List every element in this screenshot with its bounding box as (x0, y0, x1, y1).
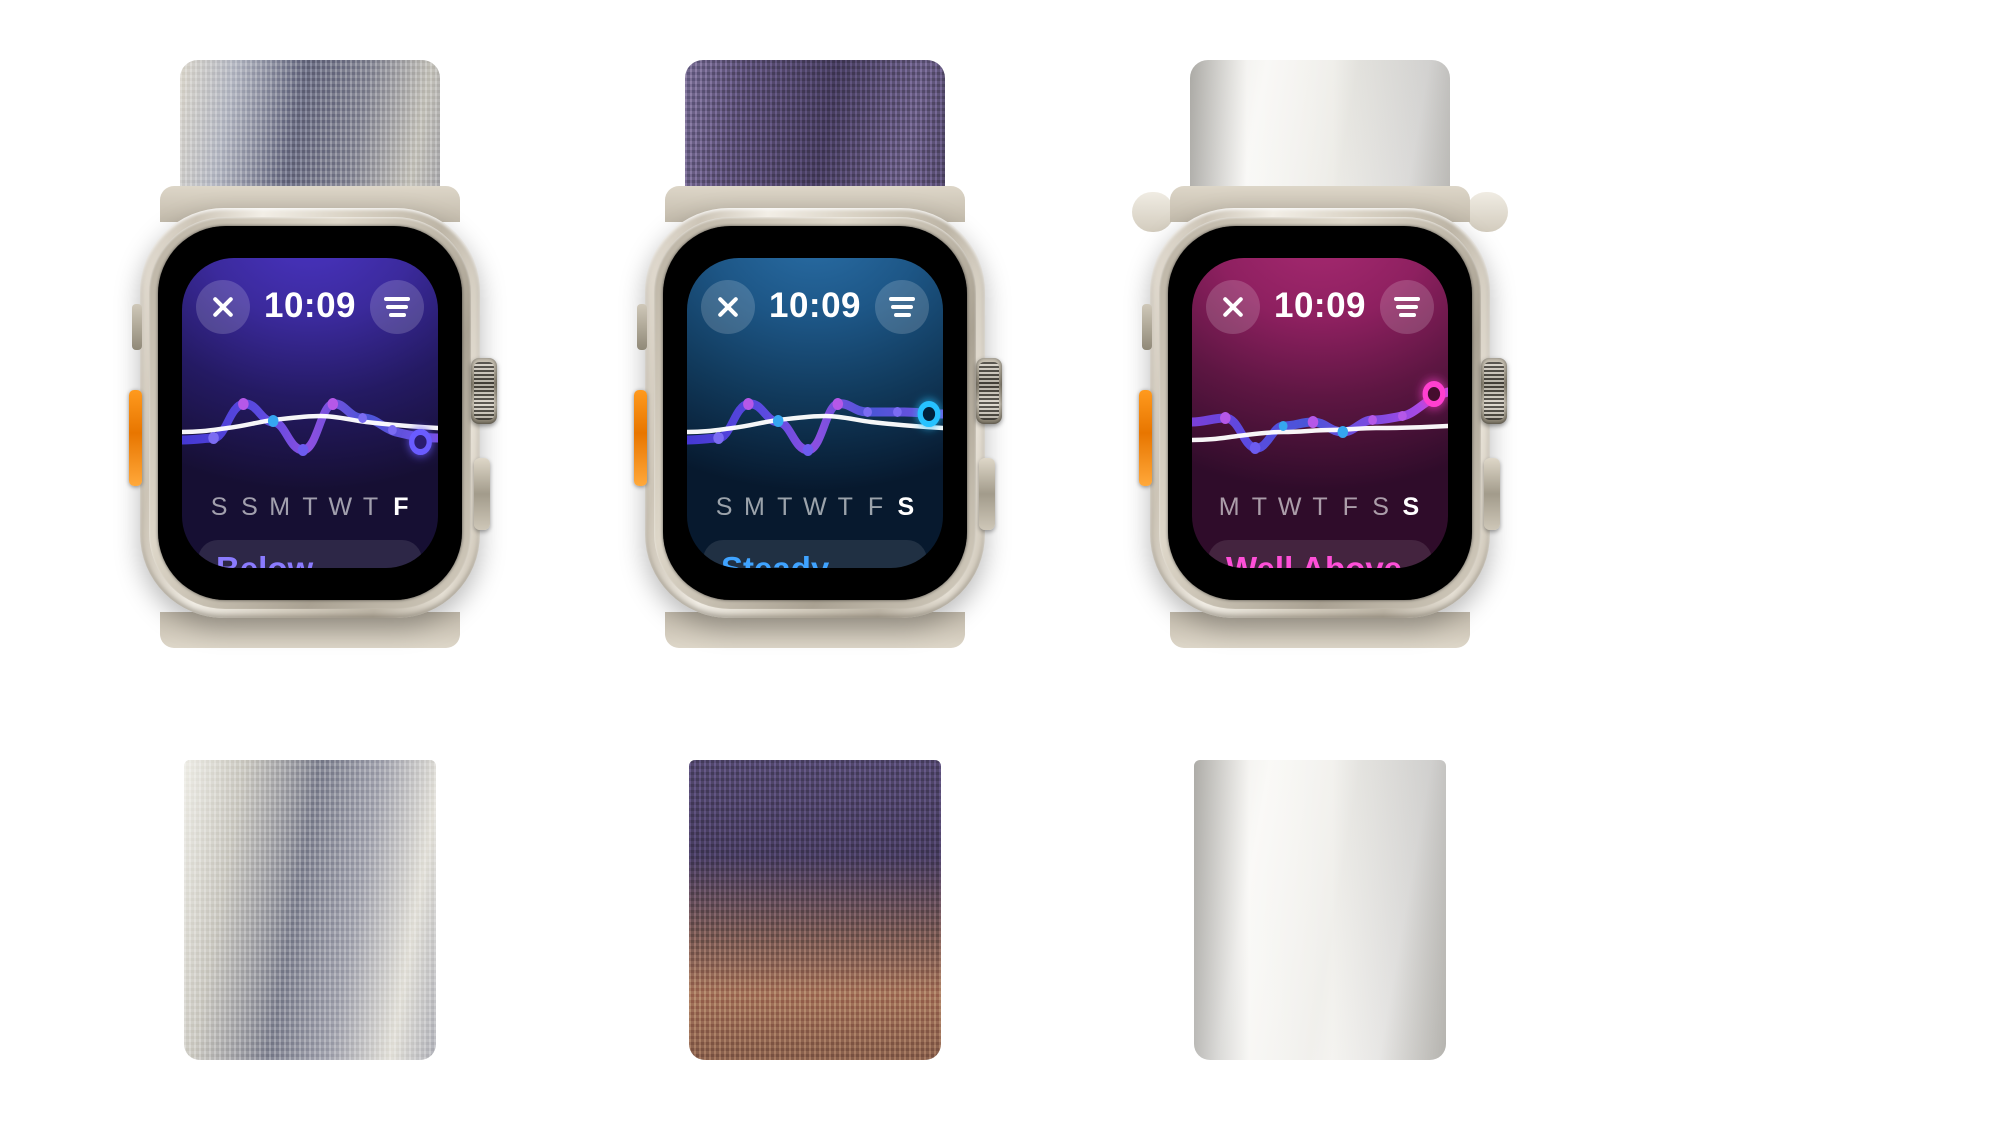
status-title: Steady (721, 551, 909, 568)
watch-1-screen: 10:09 S S M T W T F (182, 258, 438, 568)
watch-3: 10:09 M T W T F S S (1060, 60, 1580, 1060)
speaker-grille (1142, 304, 1152, 350)
day-label: F (867, 492, 884, 521)
day-label: W (1277, 492, 1302, 521)
watch-3-screen: 10:09 M T W T F S S (1192, 258, 1448, 568)
status-title: Well Above (1226, 551, 1414, 568)
side-button[interactable] (979, 458, 995, 530)
day-label: W (328, 492, 353, 521)
digital-crown[interactable] (1481, 358, 1507, 424)
watch-2-band-bottom (689, 760, 941, 1060)
day-label: S (1372, 492, 1389, 521)
watch-2-status-card[interactable]: Steady +12% (703, 540, 927, 568)
day-label: W (803, 492, 827, 521)
menu-icon (384, 297, 410, 317)
day-label: T (302, 492, 318, 521)
watch-1-trend-chart (182, 370, 438, 488)
day-label-today: S (897, 492, 915, 521)
watch-1-case: 10:09 S S M T W T F (129, 208, 497, 618)
watch-1: 10:09 S S M T W T F (50, 60, 570, 1060)
day-label: T (777, 492, 793, 521)
menu-icon (889, 297, 915, 317)
action-button[interactable] (634, 390, 647, 486)
status-title: Below (216, 551, 404, 568)
day-label: F (1342, 492, 1358, 521)
side-button[interactable] (474, 458, 490, 530)
day-label: S (241, 492, 258, 521)
menu-button[interactable] (1380, 280, 1434, 334)
day-label: M (744, 492, 765, 521)
day-label: S (210, 492, 228, 521)
watch-3-lug-right (1466, 192, 1508, 232)
day-label: T (1312, 492, 1328, 521)
watch-2-header: 10:09 (687, 280, 943, 338)
watch-3-day-labels: M T W T F S S (1214, 490, 1426, 524)
speaker-grille (132, 304, 142, 350)
day-label: T (362, 492, 379, 521)
menu-button[interactable] (370, 280, 424, 334)
watch-3-header: 10:09 (1192, 280, 1448, 338)
watch-2-day-labels: S M T W T F S (709, 490, 921, 524)
watch-1-header: 10:09 (182, 280, 438, 338)
watch-2: 10:09 S M T W T F S (555, 60, 1075, 1060)
side-button[interactable] (1484, 458, 1500, 530)
day-label: M (269, 492, 291, 521)
speaker-grille (637, 304, 647, 350)
watch-2-case: 10:09 S M T W T F S (634, 208, 1002, 618)
watch-2-screen: 10:09 S M T W T F S (687, 258, 943, 568)
day-label: T (1251, 492, 1268, 521)
watch-3-lug-left (1132, 192, 1174, 232)
band-texture (184, 760, 436, 1060)
watch-1-day-labels: S S M T W T F (204, 490, 416, 524)
action-button[interactable] (129, 390, 142, 486)
menu-icon (1394, 297, 1420, 317)
band-texture (689, 760, 941, 1060)
digital-crown[interactable] (976, 358, 1002, 424)
bezel: 10:09 (663, 226, 967, 600)
watch-2-trend-chart (687, 370, 943, 488)
screenshot-stage: 10:09 S S M T W T F 10:09 S M T W T F S … (0, 0, 2000, 1125)
band-sheen (1194, 760, 1446, 1060)
day-label-today: S (1402, 492, 1420, 521)
watch-3-case: 10:09 M T W T F S S (1139, 208, 1507, 618)
digital-crown[interactable] (471, 358, 497, 424)
watch-1-band-bottom (184, 760, 436, 1060)
watch-3-status-card[interactable]: Well Above +51% (1208, 540, 1432, 568)
watch-3-trend-chart (1192, 370, 1448, 488)
action-button[interactable] (1139, 390, 1152, 486)
watch-1-status-card[interactable]: Below -21% (198, 540, 422, 568)
bezel: 10:09 (1168, 226, 1472, 600)
day-label: S (715, 492, 733, 521)
watch-3-band-bottom (1194, 760, 1446, 1060)
menu-button[interactable] (875, 280, 929, 334)
day-label: T (837, 492, 853, 521)
day-label-today: F (393, 492, 409, 521)
day-label: M (1218, 492, 1240, 521)
bezel: 10:09 (158, 226, 462, 600)
